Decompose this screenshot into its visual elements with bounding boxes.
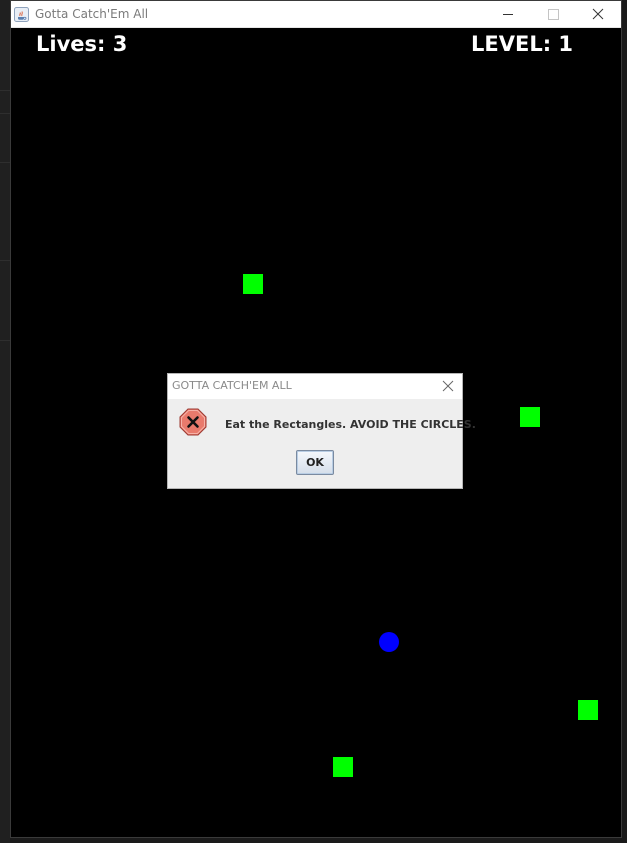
dialog-close-button[interactable] <box>432 374 462 399</box>
close-icon <box>442 380 454 392</box>
desktop-backdrop <box>0 0 10 843</box>
desktop: Gotta Catch'Em All Lives: 3 LEVEL: 1 GOT… <box>0 0 627 843</box>
window-title: Gotta Catch'Em All <box>35 7 149 21</box>
minimize-button[interactable] <box>485 1 530 28</box>
green-rectangle <box>578 700 598 720</box>
green-rectangle <box>520 407 540 427</box>
message-dialog: GOTTA CATCH'EM ALL Eat the Rectangles. A… <box>167 373 476 489</box>
close-icon <box>592 8 604 20</box>
minimize-icon <box>503 14 513 15</box>
close-button[interactable] <box>575 1 620 28</box>
dialog-message: Eat the Rectangles. AVOID THE CIRCLES. <box>225 418 476 431</box>
green-rectangle <box>333 757 353 777</box>
java-coffee-icon <box>14 7 29 22</box>
maximize-icon <box>548 9 559 20</box>
lives-counter: Lives: 3 <box>36 32 128 56</box>
blue-circle <box>379 632 399 652</box>
green-rectangle <box>243 274 263 294</box>
maximize-button[interactable] <box>530 1 575 28</box>
dialog-titlebar[interactable]: GOTTA CATCH'EM ALL <box>168 374 462 399</box>
level-indicator: LEVEL: 1 <box>471 32 574 56</box>
error-x-icon <box>179 408 207 436</box>
window-titlebar[interactable]: Gotta Catch'Em All <box>11 1 621 28</box>
dialog-title: GOTTA CATCH'EM ALL <box>172 379 292 392</box>
ok-button[interactable]: OK <box>296 450 334 475</box>
